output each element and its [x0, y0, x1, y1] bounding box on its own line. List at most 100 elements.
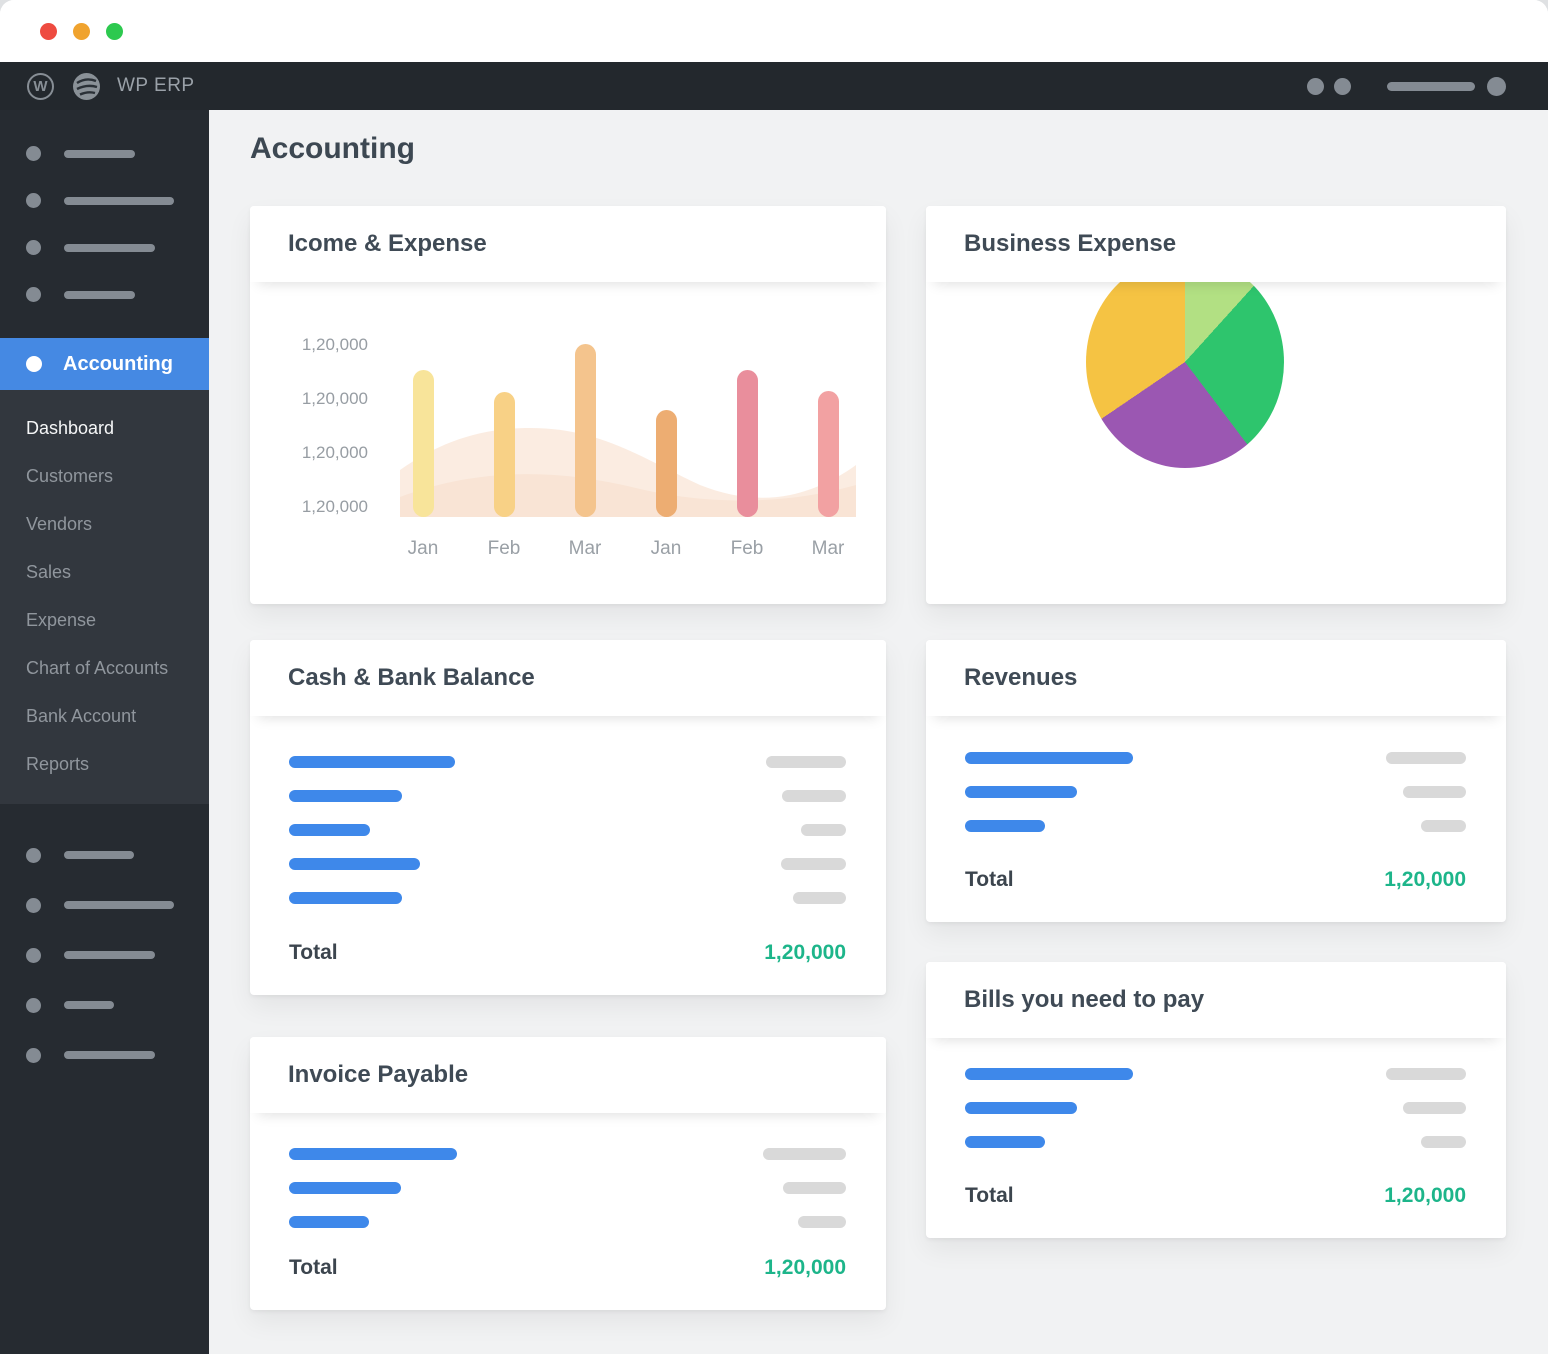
- avatar[interactable]: [1487, 77, 1506, 96]
- item-label-placeholder: [965, 820, 1045, 832]
- card-income-expense: Icome & Expense 1,20,000 1,20,000 1,20,000…: [250, 206, 886, 604]
- list-item: [926, 809, 1506, 843]
- item-label-placeholder: [289, 756, 455, 768]
- sidebar-item-reports[interactable]: Reports: [0, 740, 209, 788]
- total-label: Total: [965, 868, 1014, 892]
- item-value-placeholder: [1403, 1102, 1466, 1114]
- business-expense-pie-chart: [1086, 256, 1284, 468]
- card-title: Revenues: [926, 640, 1506, 716]
- card-title: Business Expense: [926, 206, 1506, 282]
- item-value-placeholder: [766, 756, 846, 768]
- x-axis-label: Jan: [636, 538, 696, 560]
- admin-bar: W WP ERP: [0, 62, 1548, 110]
- menu-label-placeholder: [64, 851, 134, 859]
- y-axis-tick: 1,20,000: [250, 443, 368, 463]
- total-row: Total 1,20,000: [289, 941, 846, 965]
- admin-bar-icon-placeholder[interactable]: [1334, 78, 1351, 95]
- item-value-placeholder: [1386, 752, 1466, 764]
- sidebar-item-vendors[interactable]: Vendors: [0, 500, 209, 548]
- card-title: Invoice Payable: [250, 1037, 886, 1113]
- y-axis-tick: 1,20,000: [250, 389, 368, 409]
- menu-dot-icon: [26, 240, 41, 255]
- x-axis-label: Mar: [555, 538, 615, 560]
- sidebar: Accounting DashboardCustomersVendorsSale…: [0, 110, 209, 1354]
- item-label-placeholder: [965, 786, 1077, 798]
- item-label-placeholder: [289, 892, 402, 904]
- sidebar-item-accounting[interactable]: Accounting: [0, 338, 209, 390]
- list-item: [250, 881, 886, 915]
- item-label-placeholder: [965, 1068, 1133, 1080]
- sidebar-submenu: DashboardCustomersVendorsSalesExpenseCha…: [0, 390, 209, 804]
- item-value-placeholder: [781, 858, 846, 870]
- brand-text: WP ERP: [117, 75, 195, 97]
- menu-dot-icon: [26, 356, 42, 372]
- x-axis-label: Feb: [474, 538, 534, 560]
- menu-label-placeholder: [64, 197, 174, 205]
- sidebar-placeholder-item[interactable]: [26, 177, 209, 224]
- item-value-placeholder: [798, 1216, 846, 1228]
- sidebar-placeholder-item[interactable]: [26, 271, 209, 318]
- card-title: Icome & Expense: [250, 206, 886, 282]
- total-label: Total: [965, 1184, 1014, 1208]
- bills-list: [926, 1038, 1506, 1159]
- y-axis-tick: 1,20,000: [250, 335, 368, 355]
- revenues-list: [926, 716, 1506, 843]
- bar-2-feb: [494, 392, 515, 517]
- list-item: [250, 1205, 886, 1239]
- sidebar-item-customers[interactable]: Customers: [0, 452, 209, 500]
- card-revenues: Revenues Total 1,20,000: [926, 640, 1506, 922]
- wperp-logo-icon[interactable]: [73, 73, 100, 100]
- menu-label-placeholder: [64, 1051, 155, 1059]
- list-item: [926, 775, 1506, 809]
- menu-dot-icon: [26, 998, 41, 1013]
- x-axis-label: Feb: [717, 538, 777, 560]
- window-titlebar: [0, 0, 1548, 62]
- item-label-placeholder: [289, 1148, 457, 1160]
- bar-5-feb: [737, 370, 758, 517]
- minimize-button[interactable]: [73, 23, 90, 40]
- sidebar-item-sales[interactable]: Sales: [0, 548, 209, 596]
- menu-dot-icon: [26, 898, 41, 913]
- list-item: [926, 1091, 1506, 1125]
- bar-1-jan: [413, 370, 434, 517]
- item-label-placeholder: [289, 790, 402, 802]
- menu-dot-icon: [26, 287, 41, 302]
- menu-dot-icon: [26, 146, 41, 161]
- sidebar-placeholder-item[interactable]: [26, 224, 209, 271]
- card-business-expense: Business Expense: [926, 206, 1506, 604]
- sidebar-placeholder-item[interactable]: [26, 980, 209, 1030]
- card-cash-bank-balance: Cash & Bank Balance Total 1,20,000: [250, 640, 886, 995]
- admin-bar-icon-placeholder[interactable]: [1307, 78, 1324, 95]
- x-axis-label: Jan: [393, 538, 453, 560]
- sidebar-placeholder-item[interactable]: [26, 930, 209, 980]
- sidebar-item-bank-account[interactable]: Bank Account: [0, 692, 209, 740]
- sidebar-item-chart-of-accounts[interactable]: Chart of Accounts: [0, 644, 209, 692]
- item-label-placeholder: [965, 752, 1133, 764]
- card-title: Bills you need to pay: [926, 962, 1506, 1038]
- bar-4-jan: [656, 410, 677, 517]
- sidebar-placeholder-item[interactable]: [26, 1030, 209, 1080]
- fullscreen-button[interactable]: [106, 23, 123, 40]
- total-value: 1,20,000: [1384, 1184, 1466, 1208]
- close-button[interactable]: [40, 23, 57, 40]
- item-label-placeholder: [965, 1136, 1045, 1148]
- sidebar-placeholder-item[interactable]: [26, 880, 209, 930]
- admin-bar-text-placeholder[interactable]: [1387, 82, 1475, 91]
- item-label-placeholder: [965, 1102, 1077, 1114]
- sidebar-item-dashboard[interactable]: Dashboard: [0, 404, 209, 452]
- sidebar-placeholder-item[interactable]: [26, 130, 209, 177]
- x-axis-label: Mar: [798, 538, 858, 560]
- page-title: Accounting: [250, 132, 415, 166]
- item-value-placeholder: [801, 824, 846, 836]
- sidebar-item-expense[interactable]: Expense: [0, 596, 209, 644]
- menu-label-placeholder: [64, 291, 135, 299]
- menu-label-placeholder: [64, 951, 155, 959]
- card-invoice-payable: Invoice Payable Total 1,20,000: [250, 1037, 886, 1310]
- sidebar-placeholder-item[interactable]: [26, 830, 209, 880]
- wordpress-logo-icon[interactable]: W: [27, 73, 54, 100]
- item-value-placeholder: [783, 1182, 846, 1194]
- menu-dot-icon: [26, 948, 41, 963]
- item-label-placeholder: [289, 824, 370, 836]
- menu-dot-icon: [26, 193, 41, 208]
- menu-dot-icon: [26, 848, 41, 863]
